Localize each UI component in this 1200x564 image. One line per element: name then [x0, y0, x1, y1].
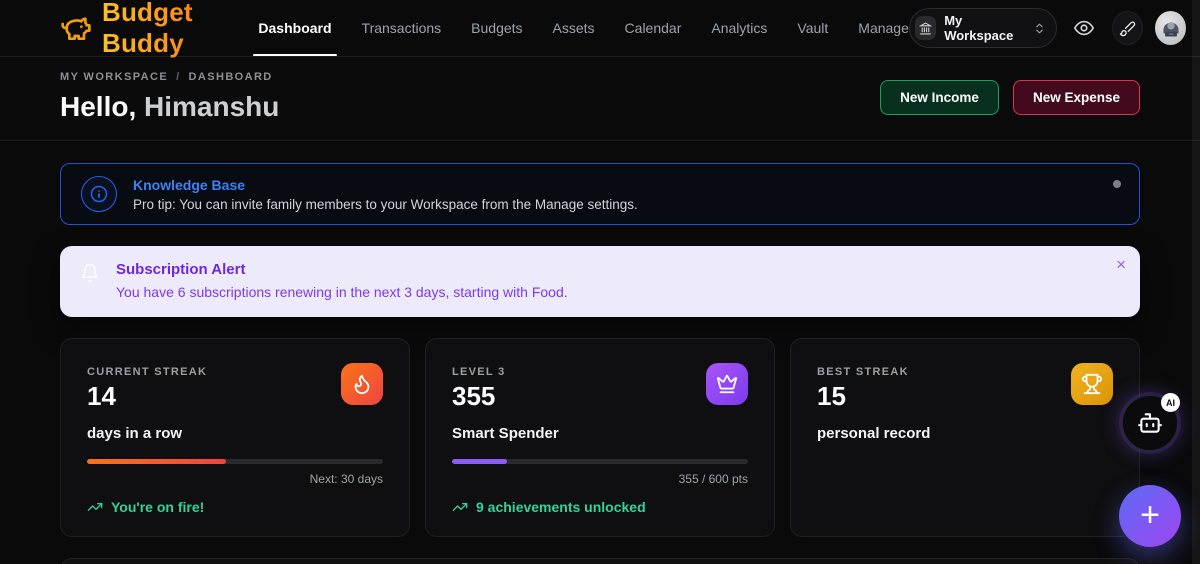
- trending-up-icon: [452, 499, 468, 515]
- nav-item-calendar[interactable]: Calendar: [625, 0, 682, 56]
- knowledge-base-title[interactable]: Knowledge Base: [133, 177, 638, 193]
- breadcrumb-separator: /: [176, 71, 181, 83]
- breadcrumb-dashboard[interactable]: DASHBOARD: [189, 71, 273, 83]
- banner-indicator-dot: [1113, 180, 1121, 188]
- eye-icon: [1073, 17, 1095, 39]
- add-transaction-fab[interactable]: +: [1119, 485, 1181, 547]
- nav-item-dashboard[interactable]: Dashboard: [253, 0, 337, 56]
- stat-footer-text: You're on fire!: [111, 498, 205, 515]
- main-nav: Dashboard Transactions Budgets Assets Ca…: [253, 0, 909, 56]
- workspace-label: My Workspace: [944, 13, 1014, 43]
- streak-progress-fill: [87, 458, 227, 464]
- breadcrumb: MY WORKSPACE / DASHBOARD: [60, 71, 279, 83]
- stat-subtitle: Smart Spender: [452, 424, 559, 442]
- level-progress-bar: [452, 458, 748, 464]
- close-icon[interactable]: ×: [1116, 256, 1126, 273]
- stat-value: 14: [87, 381, 116, 411]
- robot-icon: [1137, 410, 1163, 436]
- best-streak-card: BEST STREAK 15 personal record: [790, 338, 1140, 537]
- plus-icon: +: [1140, 495, 1160, 534]
- financial-health-card: FINANCIAL HEALTH SCORE 94 /100: [60, 557, 1140, 564]
- stat-note: Next: 30 days: [309, 471, 383, 486]
- stat-subtitle: days in a row: [87, 424, 183, 442]
- brand-name: Budget Buddy: [102, 0, 228, 59]
- subscription-alert-banner: Subscription Alert You have 6 subscripti…: [60, 246, 1140, 317]
- crown-icon: [706, 363, 748, 405]
- info-icon: [81, 176, 117, 212]
- stat-footer: 9 achievements unlocked: [452, 499, 748, 515]
- stats-row: CURRENT STREAK 14 days in a row Next: 30…: [60, 338, 1140, 537]
- bell-icon: [80, 263, 100, 300]
- subscription-alert-title: Subscription Alert: [116, 261, 246, 278]
- streak-progress-bar: [87, 458, 383, 464]
- stat-value: 15: [817, 381, 846, 411]
- brand-logo[interactable]: Budget Buddy: [60, 0, 228, 59]
- nav-item-manage[interactable]: Manage: [858, 0, 909, 56]
- main-content: Knowledge Base Pro tip: You can invite f…: [0, 141, 1200, 564]
- workspace-switcher[interactable]: My Workspace: [908, 8, 1057, 48]
- header-actions: My Workspace: [908, 8, 1187, 48]
- hooded-user-icon: [1158, 15, 1184, 41]
- user-avatar[interactable]: [1155, 11, 1187, 45]
- ai-assistant-button[interactable]: AI: [1122, 393, 1180, 451]
- quick-actions: New Income New Expense: [880, 79, 1140, 115]
- subscription-alert-body: You have 6 subscriptions renewing in the…: [116, 284, 568, 300]
- current-streak-card: CURRENT STREAK 14 days in a row Next: 30…: [60, 338, 410, 537]
- stat-footer-text: 9 achievements unlocked: [476, 498, 646, 515]
- landmark-icon: [914, 16, 937, 40]
- nav-item-budgets[interactable]: Budgets: [471, 0, 522, 56]
- chevrons-up-down-icon: [1033, 22, 1046, 35]
- stat-label: CURRENT STREAK: [87, 366, 208, 378]
- stat-note: 355 / 600 pts: [678, 471, 748, 486]
- stat-subtitle: personal record: [817, 424, 931, 442]
- privacy-eye-button[interactable]: [1069, 11, 1100, 45]
- new-income-button[interactable]: New Income: [880, 79, 999, 115]
- page-title: Hello, Himanshu: [60, 91, 279, 123]
- stat-label: LEVEL 3: [452, 366, 506, 378]
- top-navbar: Budget Buddy Dashboard Transactions Budg…: [0, 0, 1200, 59]
- nav-item-vault[interactable]: Vault: [797, 0, 828, 56]
- knowledge-base-banner[interactable]: Knowledge Base Pro tip: You can invite f…: [60, 163, 1140, 225]
- piggy-bank-icon: [60, 12, 92, 44]
- stat-value: 355: [452, 381, 496, 411]
- stat-footer: You're on fire!: [87, 499, 383, 515]
- paintbrush-icon: [1119, 20, 1136, 37]
- page-scrollbar[interactable]: [1192, 0, 1200, 564]
- nav-item-assets[interactable]: Assets: [553, 0, 595, 56]
- nav-item-transactions[interactable]: Transactions: [362, 0, 442, 56]
- new-expense-button[interactable]: New Expense: [1012, 79, 1140, 115]
- trophy-icon: [1071, 363, 1113, 405]
- level-card: LEVEL 3 355 Smart Spender 355 / 600 pts …: [425, 338, 775, 537]
- greeting-prefix: Hello,: [60, 91, 137, 122]
- knowledge-base-body: Pro tip: You can invite family members t…: [133, 196, 638, 212]
- trending-up-icon: [87, 499, 103, 515]
- flame-icon: [341, 363, 383, 405]
- greeting-name: Himanshu: [144, 91, 280, 122]
- nav-item-analytics[interactable]: Analytics: [711, 0, 767, 56]
- breadcrumb-workspace[interactable]: MY WORKSPACE: [60, 71, 168, 83]
- stat-label: BEST STREAK: [817, 366, 909, 378]
- ai-badge: AI: [1161, 393, 1180, 412]
- page-header: MY WORKSPACE / DASHBOARD Hello, Himanshu…: [0, 57, 1200, 141]
- level-progress-fill: [452, 458, 507, 464]
- theme-brush-button[interactable]: [1111, 11, 1144, 45]
